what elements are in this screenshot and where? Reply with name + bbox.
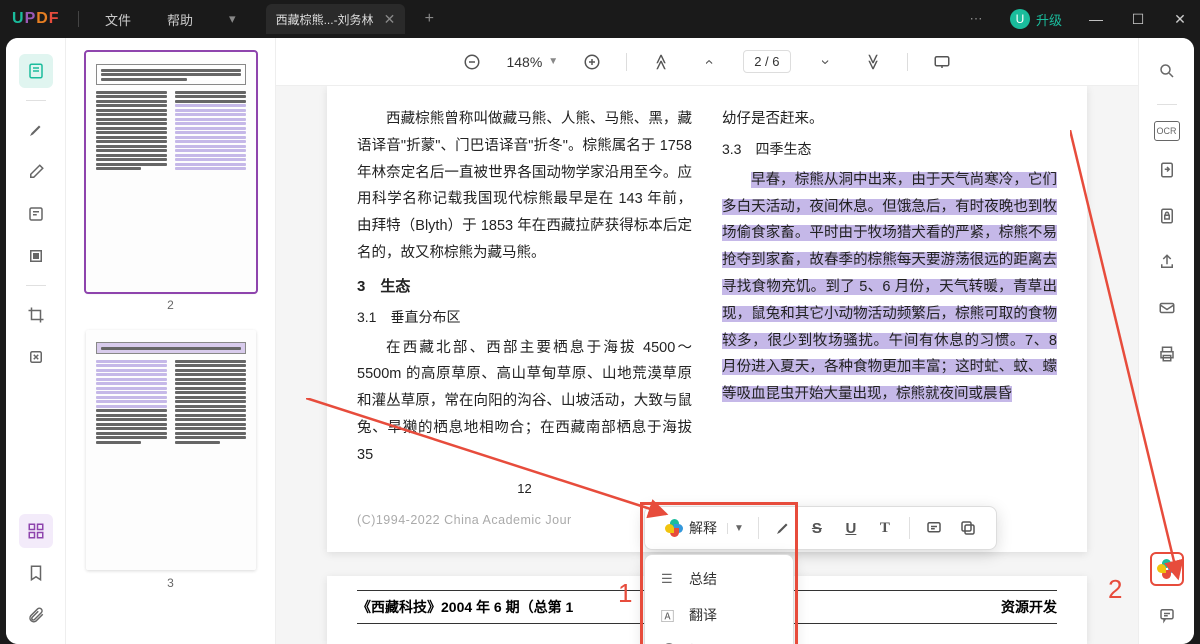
last-page-button[interactable]: ≫ xyxy=(859,48,887,76)
attachment-icon[interactable] xyxy=(19,598,53,632)
ai-petal-icon xyxy=(1157,559,1177,579)
journal-section: 资源开发 xyxy=(1001,597,1057,617)
search-icon[interactable] xyxy=(1150,54,1184,88)
presentation-button[interactable] xyxy=(928,48,956,76)
avatar: U xyxy=(1010,9,1030,29)
print-icon[interactable] xyxy=(1150,337,1184,371)
app-logo: UPDF xyxy=(0,10,70,28)
tab-title: 西藏棕熊...-刘务林 xyxy=(276,11,374,28)
document-tab[interactable]: 西藏棕熊...-刘务林 ✕ xyxy=(266,4,406,34)
left-column: 西藏棕熊曾称叫做藏马熊、人熊、马熊、黑，藏语译音"折蒙"、门巴语译音"折冬"。棕… xyxy=(357,106,692,532)
zoom-in-button[interactable] xyxy=(578,48,606,76)
selection-toolbar: 解释 ▼ S U T xyxy=(644,506,997,550)
page-input[interactable]: 2 / 6 xyxy=(743,50,790,73)
zoom-level[interactable]: 148%▼ xyxy=(506,54,558,70)
close-icon[interactable]: ✕ xyxy=(384,11,396,28)
paragraph: 幼仔是否赶来。 xyxy=(722,106,1057,133)
menu-file[interactable]: 文件 xyxy=(87,0,149,38)
subsection-heading: 3.3 四季生态 xyxy=(722,137,1057,163)
ai-summarize-item[interactable]: ☰ 总结 xyxy=(645,561,793,597)
thumbnail-number: 2 xyxy=(167,298,174,312)
add-tab-button[interactable]: + xyxy=(419,9,439,29)
highlight-button[interactable] xyxy=(767,512,799,544)
ai-translate-item[interactable]: 🄰 翻译 xyxy=(645,597,793,633)
first-page-button[interactable]: ≪ xyxy=(647,48,675,76)
copy-button[interactable] xyxy=(952,512,984,544)
bookmark-icon[interactable] xyxy=(19,556,53,590)
upgrade-label: 升级 xyxy=(1036,10,1062,29)
next-page-button[interactable]: › xyxy=(811,48,839,76)
upgrade-button[interactable]: U 升级 xyxy=(998,9,1074,29)
title-bar: UPDF 文件 帮助 ▾ 西藏棕熊...-刘务林 ✕ + ⋯ U 升级 ― ☐ … xyxy=(0,0,1200,38)
minimize-button[interactable]: ― xyxy=(1076,0,1116,38)
share-icon[interactable] xyxy=(1150,245,1184,279)
section-heading: 3 生态 xyxy=(357,273,692,301)
menu-more[interactable]: ▾ xyxy=(211,0,254,38)
explain-label: 解释 xyxy=(689,518,717,538)
note-button[interactable] xyxy=(918,512,950,544)
page-content: 西藏棕熊曾称叫做藏马熊、人熊、马熊、黑，藏语译音"折蒙"、门巴语译音"折冬"。棕… xyxy=(327,86,1087,552)
ai-petal-icon xyxy=(665,519,683,537)
translate-icon: 🄰 xyxy=(661,606,677,625)
strikethrough-button[interactable]: S xyxy=(801,512,833,544)
ai-dropdown-button[interactable]: ▼ xyxy=(727,523,750,534)
text-tool-icon[interactable] xyxy=(19,197,53,231)
subsection-heading: 3.1 垂直分布区 xyxy=(357,305,692,331)
viewer-toolbar: 148%▼ ≪ ‹ 2 / 6 › ≫ xyxy=(276,38,1138,86)
right-tool-rail: OCR xyxy=(1138,38,1194,644)
highlighter-tool-icon[interactable] xyxy=(19,113,53,147)
paragraph: 西藏棕熊曾称叫做藏马熊、人熊、马熊、黑，藏语译音"折蒙"、门巴语译音"折冬"。棕… xyxy=(357,106,692,267)
crop-tool-icon[interactable] xyxy=(19,298,53,332)
prev-page-button[interactable]: ‹ xyxy=(695,48,723,76)
page-number: 12 xyxy=(357,477,692,501)
comments-icon[interactable] xyxy=(1150,598,1184,632)
shape-tool-icon[interactable] xyxy=(19,239,53,273)
convert-icon[interactable] xyxy=(1150,153,1184,187)
reader-tool-icon[interactable] xyxy=(19,54,53,88)
highlighted-paragraph: 早春，棕熊从洞中出来，由于天气尚寒冷，它们多白天活动，夜间休息。但饿急后，有时夜… xyxy=(722,167,1057,408)
journal-title: 《西藏科技》2004 年 6 期（总第 1 xyxy=(357,597,573,617)
email-icon[interactable] xyxy=(1150,291,1184,325)
zoom-out-button[interactable] xyxy=(458,48,486,76)
thumbnail-panel: 2 3 xyxy=(66,38,276,644)
ai-explain-button[interactable]: 解释 xyxy=(657,518,725,538)
separator xyxy=(78,11,79,27)
left-tool-rail xyxy=(6,38,66,644)
right-column: 幼仔是否赶来。 3.3 四季生态 早春，棕熊从洞中出来，由于天气尚寒冷，它们多白… xyxy=(722,106,1057,532)
text-button[interactable]: T xyxy=(869,512,901,544)
page-thumbnail[interactable] xyxy=(86,330,256,570)
menu-help[interactable]: 帮助 xyxy=(149,0,211,38)
pen-tool-icon[interactable] xyxy=(19,155,53,189)
thumbnails-panel-icon[interactable] xyxy=(19,514,53,548)
list-icon: ☰ xyxy=(661,571,677,587)
ai-dropdown-menu: ☰ 总结 🄰 翻译 💬 解释 xyxy=(644,554,794,644)
maximize-button[interactable]: ☐ xyxy=(1118,0,1158,38)
ai-assistant-button[interactable] xyxy=(1150,552,1184,586)
paragraph: 在西藏北部、西部主要栖息于海拔 4500～5500m 的高原草原、高山草甸草原、… xyxy=(357,335,692,469)
titlebar-more-button[interactable]: ⋯ xyxy=(956,0,996,38)
close-button[interactable]: ✕ xyxy=(1160,0,1200,38)
compress-tool-icon[interactable] xyxy=(19,340,53,374)
underline-button[interactable]: U xyxy=(835,512,867,544)
copyright-footer: (C)1994-2022 China Academic Jour xyxy=(357,509,692,532)
ocr-icon[interactable]: OCR xyxy=(1154,121,1180,141)
thumbnail-number: 3 xyxy=(167,576,174,590)
protect-icon[interactable] xyxy=(1150,199,1184,233)
ai-explain-item[interactable]: 💬 解释 xyxy=(645,633,793,644)
page-thumbnail[interactable] xyxy=(86,52,256,292)
